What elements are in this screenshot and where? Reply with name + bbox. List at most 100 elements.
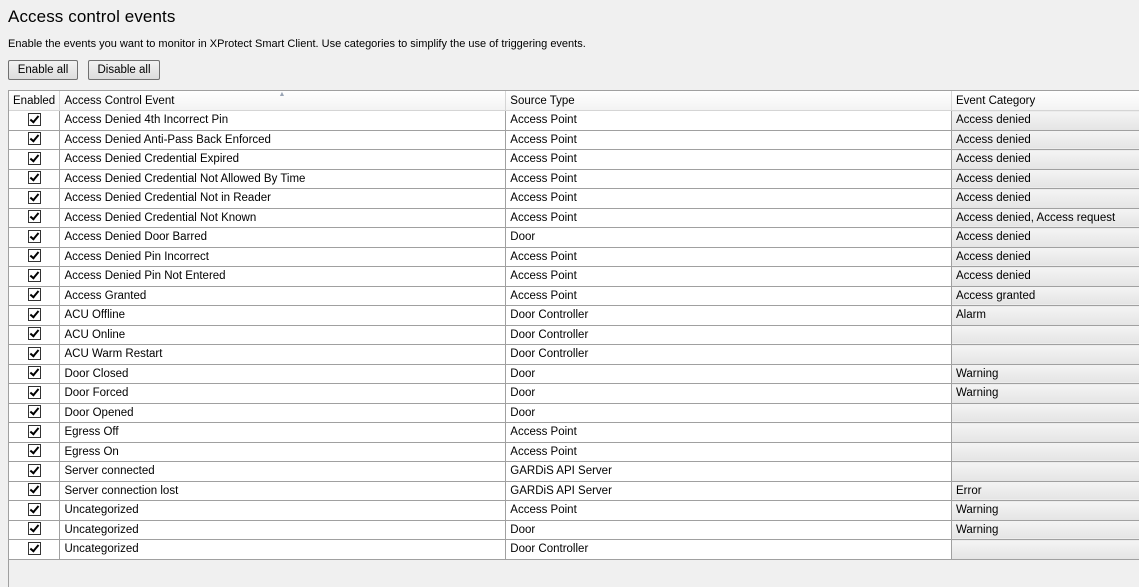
table-row[interactable]: Egress Off Access Point — [9, 422, 1139, 443]
column-header-event[interactable]: Access Control Event ▲ — [59, 91, 507, 111]
category-cell[interactable]: Access denied — [951, 246, 1139, 267]
category-cell[interactable]: Access denied — [951, 227, 1139, 248]
enabled-cell — [9, 188, 61, 209]
enabled-cell — [9, 247, 61, 267]
enabled-cell — [9, 130, 61, 150]
category-cell[interactable] — [951, 539, 1139, 560]
table-row[interactable]: Access Denied Credential Expired Access P… — [9, 149, 1139, 170]
enabled-checkbox[interactable] — [27, 112, 41, 126]
source-cell: Access Point — [505, 149, 952, 170]
category-cell[interactable] — [951, 461, 1139, 482]
table-row[interactable]: Access Denied Credential Not in Reader Ac… — [9, 188, 1139, 209]
source-cell: Access Point — [505, 110, 952, 131]
enabled-checkbox[interactable] — [27, 444, 41, 458]
enabled-cell — [9, 481, 61, 501]
enabled-checkbox[interactable] — [27, 171, 41, 185]
table-row[interactable]: Server connection lost GARDiS API Server E… — [9, 480, 1139, 501]
category-cell[interactable]: Access granted — [951, 285, 1139, 306]
table-row[interactable]: Egress On Access Point — [9, 441, 1139, 462]
source-cell: Access Point — [505, 169, 952, 189]
category-cell[interactable]: Access denied — [951, 110, 1139, 131]
enabled-checkbox[interactable] — [27, 346, 41, 360]
source-cell: Access Point — [505, 188, 952, 209]
category-cell[interactable]: Access denied — [951, 266, 1139, 287]
category-cell[interactable] — [951, 441, 1139, 462]
source-cell: Access Point — [505, 500, 952, 521]
category-cell[interactable] — [951, 324, 1139, 345]
enabled-checkbox[interactable] — [27, 307, 41, 321]
table-row[interactable]: Access Denied Credential Not Allowed By … — [9, 168, 1139, 189]
table-row[interactable]: Uncategorized Door Controller — [9, 539, 1139, 560]
table-row[interactable]: Access Granted Access Point Access granted — [9, 285, 1139, 306]
table-row[interactable]: Server connected GARDiS API Server — [9, 461, 1139, 482]
column-header-category[interactable]: Event Category — [951, 91, 1139, 111]
category-cell[interactable]: Warning — [951, 383, 1139, 404]
category-cell[interactable] — [951, 344, 1139, 365]
enabled-cell — [9, 520, 61, 540]
table-row[interactable]: Uncategorized Door Warning — [9, 519, 1139, 540]
enabled-cell — [9, 266, 61, 287]
table-row[interactable]: Access Denied Credential Not Known Access… — [9, 207, 1139, 228]
table-row[interactable]: Access Denied Door Barred Door Access deni… — [9, 227, 1139, 248]
enabled-checkbox[interactable] — [27, 405, 41, 419]
category-cell[interactable]: Access denied — [951, 168, 1139, 189]
table-row[interactable]: Access Denied Anti-Pass Back Enforced Acc… — [9, 129, 1139, 150]
enabled-checkbox[interactable] — [27, 249, 41, 263]
table-row[interactable]: Access Denied 4th Incorrect Pin Access Po… — [9, 110, 1139, 131]
source-cell: Access Point — [505, 247, 952, 267]
enabled-checkbox[interactable] — [27, 483, 41, 497]
table-row[interactable]: Door Forced Door Warning — [9, 383, 1139, 404]
page-title: Access control events — [8, 7, 176, 26]
table-row[interactable]: ACU Online Door Controller — [9, 324, 1139, 345]
disable-all-button[interactable]: Disable all — [88, 60, 160, 80]
table-row[interactable]: Access Denied Pin Incorrect Access Point A… — [9, 246, 1139, 267]
enabled-cell — [9, 208, 61, 228]
table-row[interactable]: Door Opened Door — [9, 402, 1139, 423]
source-cell: Door — [505, 403, 952, 423]
enabled-checkbox[interactable] — [27, 288, 41, 302]
event-cell: Access Denied Pin Not Entered — [59, 266, 507, 287]
event-cell: Access Denied Credential Expired — [59, 149, 507, 170]
category-cell[interactable]: Warning — [951, 519, 1139, 540]
category-cell[interactable]: Access denied, Access request — [951, 207, 1139, 228]
enabled-checkbox[interactable] — [27, 151, 41, 165]
enabled-checkbox[interactable] — [27, 463, 41, 477]
category-cell[interactable]: Alarm — [951, 305, 1139, 326]
enabled-checkbox[interactable] — [27, 190, 41, 204]
category-cell[interactable]: Access denied — [951, 149, 1139, 170]
category-cell[interactable]: Access denied — [951, 188, 1139, 209]
category-cell[interactable]: Error — [951, 480, 1139, 501]
source-cell: Access Point — [505, 266, 952, 287]
category-cell[interactable]: Access denied — [951, 129, 1139, 150]
enabled-checkbox[interactable] — [27, 522, 41, 536]
enabled-checkbox[interactable] — [27, 502, 41, 516]
column-header-source[interactable]: Source Type — [505, 91, 952, 111]
table-row[interactable]: Access Denied Pin Not Entered Access Poin… — [9, 266, 1139, 287]
table-row[interactable]: ACU Warm Restart Door Controller — [9, 344, 1139, 365]
enabled-checkbox[interactable] — [27, 424, 41, 438]
source-cell: Door Controller — [505, 539, 952, 560]
enable-all-button[interactable]: Enable all — [8, 60, 78, 80]
category-cell[interactable]: Warning — [951, 500, 1139, 521]
category-cell[interactable] — [951, 422, 1139, 443]
events-grid: Enabled Access Control Event ▲ Source Ty… — [8, 90, 1139, 587]
category-cell[interactable] — [951, 402, 1139, 423]
enabled-checkbox[interactable] — [27, 385, 41, 399]
event-cell: Server connection lost — [59, 481, 507, 501]
table-row[interactable]: ACU Offline Door Controller Alarm — [9, 305, 1139, 326]
enabled-checkbox[interactable] — [27, 541, 41, 555]
category-cell[interactable]: Warning — [951, 363, 1139, 384]
enabled-checkbox[interactable] — [27, 268, 41, 282]
enabled-checkbox[interactable] — [27, 366, 41, 380]
enabled-checkbox[interactable] — [27, 210, 41, 224]
enabled-checkbox[interactable] — [27, 132, 41, 146]
column-header-enabled[interactable]: Enabled — [9, 91, 61, 111]
enabled-checkbox[interactable] — [27, 229, 41, 243]
enabled-cell — [9, 364, 61, 384]
table-row[interactable]: Door Closed Door Warning — [9, 363, 1139, 384]
source-cell: GARDiS API Server — [505, 481, 952, 501]
table-row[interactable]: Uncategorized Access Point Warning — [9, 500, 1139, 521]
enabled-cell — [9, 325, 61, 345]
enabled-cell — [9, 110, 61, 131]
enabled-checkbox[interactable] — [27, 327, 41, 341]
